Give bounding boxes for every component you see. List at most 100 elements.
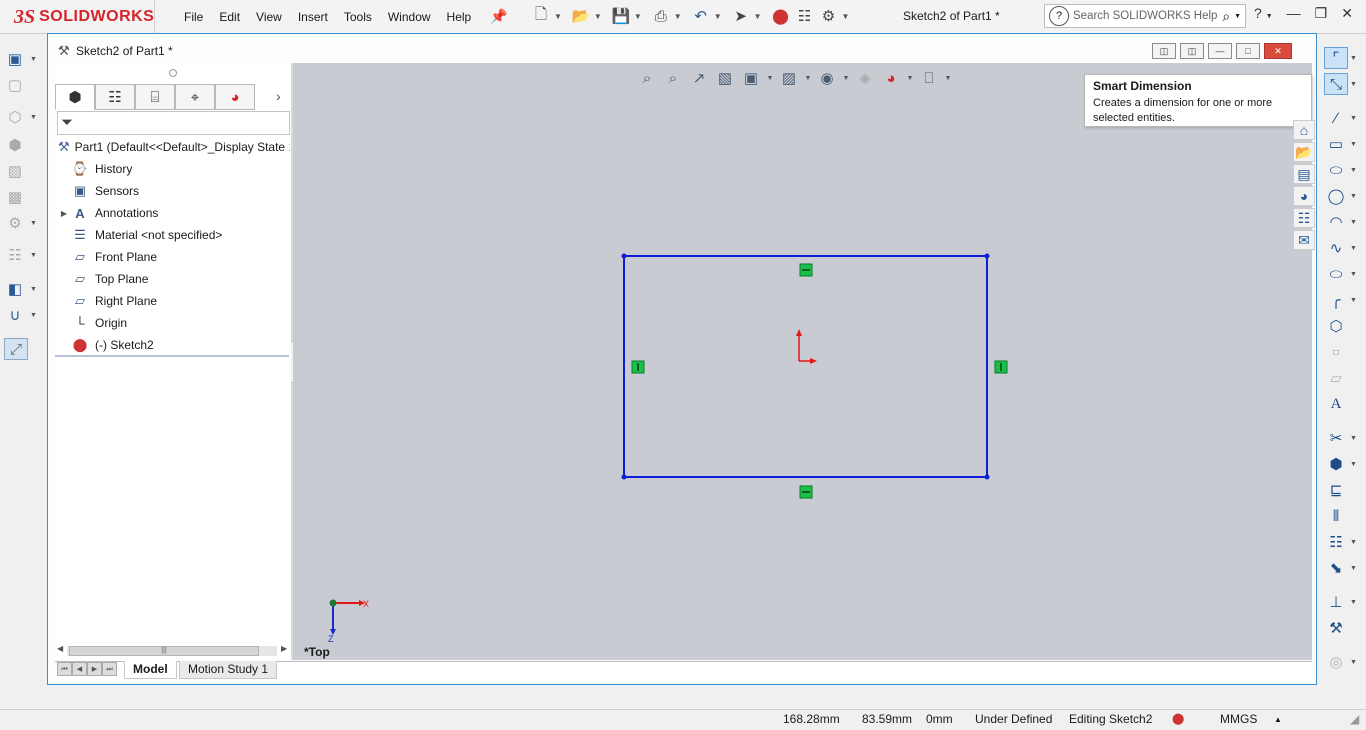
- trim-entities-button[interactable]: ✂ ▼: [1324, 427, 1364, 449]
- tree-item-sensors[interactable]: ▣ Sensors: [58, 181, 290, 201]
- curves-button[interactable]: ∪ ▼: [4, 304, 40, 326]
- restore-icon[interactable]: ❐: [1315, 5, 1328, 22]
- status-units[interactable]: MMGS: [1220, 712, 1257, 726]
- open-folder-icon[interactable]: 📂: [570, 5, 592, 27]
- tree-item-history[interactable]: ⌚ History: [58, 159, 290, 179]
- tab-property-manager[interactable]: ☷: [95, 84, 135, 110]
- scroll-right-arrow-icon[interactable]: ▶: [281, 644, 287, 653]
- circle-button[interactable]: ◯ ▼: [1324, 185, 1364, 207]
- rebuild-traffic-light-icon[interactable]: ⬤: [770, 5, 792, 27]
- tree-filter-input[interactable]: ⏷: [57, 111, 290, 135]
- sketch-corner-point[interactable]: [621, 253, 627, 259]
- units-menu-arrow-icon[interactable]: ▲: [1274, 715, 1282, 724]
- plane-sketch-button[interactable]: ▱: [1324, 367, 1364, 389]
- doc-close-icon[interactable]: ✕: [1264, 43, 1292, 59]
- tabs-next-chevron-icon[interactable]: ›: [276, 88, 281, 104]
- line-button[interactable]: ∕ ▼: [1324, 107, 1364, 129]
- print-dropdown-arrow[interactable]: ▼: [674, 12, 682, 21]
- menu-view[interactable]: View: [248, 10, 290, 24]
- offset-entities-button[interactable]: ⊑: [1324, 479, 1364, 501]
- close-icon[interactable]: ✕: [1341, 5, 1353, 22]
- new-dropdown-arrow[interactable]: ▼: [554, 12, 562, 21]
- dropdown-arrow-icon[interactable]: ▼: [30, 286, 37, 293]
- linear-sketch-pattern-button[interactable]: ☷ ▼: [1324, 531, 1364, 553]
- smart-dimension-button[interactable]: ⤡ ▼: [1324, 73, 1364, 95]
- sketch-corner-point[interactable]: [984, 474, 990, 480]
- undo-dropdown-arrow[interactable]: ▼: [714, 12, 722, 21]
- help-search-input[interactable]: ? Search SOLIDWORKS Help ⌕ ▼: [1044, 4, 1246, 28]
- tab-motion-study-1[interactable]: Motion Study 1: [179, 661, 278, 679]
- tree-item-part[interactable]: ⚒ Part1 (Default<<Default>_Display State…: [58, 137, 290, 157]
- boundary-boss-button[interactable]: ▧: [4, 160, 40, 182]
- dropdown-arrow-icon[interactable]: ▼: [30, 312, 37, 319]
- appearances-scenes-icon[interactable]: ◕: [1293, 186, 1315, 206]
- dropdown-arrow-icon[interactable]: ▼: [30, 114, 37, 121]
- slot-button[interactable]: ⬭ ▼: [1324, 159, 1364, 181]
- panel-grip-icon[interactable]: [169, 69, 177, 77]
- dropdown-arrow-icon[interactable]: ▼: [1350, 245, 1357, 252]
- previous-tab-icon[interactable]: ◀: [72, 662, 87, 676]
- tree-item-material[interactable]: ☰ Material <not specified>: [58, 225, 290, 245]
- select-pointer-icon[interactable]: ➤: [730, 5, 752, 27]
- tree-item-front-plane[interactable]: ▱ Front Plane: [58, 247, 290, 267]
- spline-button[interactable]: ∿ ▼: [1324, 237, 1364, 259]
- polygon-button[interactable]: ⬡: [1324, 315, 1364, 337]
- dropdown-arrow-icon[interactable]: ▼: [1350, 271, 1357, 278]
- dropdown-arrow-icon[interactable]: ▼: [1350, 297, 1357, 304]
- print-icon[interactable]: ⎙: [650, 5, 672, 27]
- doc-maximize-icon[interactable]: □: [1236, 43, 1260, 59]
- dropdown-arrow-icon[interactable]: ▼: [1350, 167, 1357, 174]
- first-tab-icon[interactable]: ⏮: [57, 662, 72, 676]
- solidworks-logo[interactable]: 3S SOLIDWORKS: [14, 4, 154, 30]
- doc-minimize-icon[interactable]: —: [1208, 43, 1232, 59]
- custom-properties-icon[interactable]: ☷: [1293, 208, 1315, 228]
- ellipse-button[interactable]: ⬭ ▼: [1324, 263, 1364, 285]
- menu-insert[interactable]: Insert: [290, 10, 336, 24]
- fillet-sketch-button[interactable]: ╭ ▼: [1324, 289, 1364, 311]
- dropdown-arrow-icon[interactable]: ▼: [30, 56, 37, 63]
- arc-button[interactable]: ◠ ▼: [1324, 211, 1364, 233]
- tree-item-annotations[interactable]: ▶ A Annotations: [58, 203, 290, 223]
- move-entities-button[interactable]: ⬊ ▼: [1324, 557, 1364, 579]
- menu-window[interactable]: Window: [380, 10, 439, 24]
- dropdown-arrow-icon[interactable]: ▼: [1350, 461, 1357, 468]
- mirror-entities-button[interactable]: ⫴: [1324, 505, 1364, 527]
- menu-file[interactable]: File: [176, 10, 211, 24]
- tree-item-top-plane[interactable]: ▱ Top Plane: [58, 269, 290, 289]
- quick-snaps-button[interactable]: ◎ ▼: [1324, 651, 1364, 673]
- rebuild-traffic-light-icon[interactable]: ⬤: [1172, 712, 1184, 725]
- sketch-button[interactable]: ⌜ ▼: [1324, 47, 1364, 69]
- tree-horizontal-scrollbar[interactable]: ◀ ||| ▶: [57, 644, 289, 658]
- design-library-icon[interactable]: 📂: [1293, 142, 1315, 162]
- point-button[interactable]: □: [1324, 341, 1364, 363]
- vertical-relation-icon[interactable]: [631, 360, 645, 374]
- tree-item-right-plane[interactable]: ▱ Right Plane: [58, 291, 290, 311]
- help-menu-icon[interactable]: ? ▼: [1254, 5, 1273, 22]
- pin-menu-icon[interactable]: 📌: [490, 8, 507, 24]
- tile-right-icon[interactable]: ◫: [1180, 43, 1204, 59]
- text-button[interactable]: A: [1324, 393, 1364, 415]
- new-document-icon[interactable]: 🗋: [530, 5, 552, 27]
- sketch-canvas[interactable]: X Z: [293, 63, 1312, 660]
- menu-edit[interactable]: Edit: [211, 10, 248, 24]
- resize-grip-icon[interactable]: ◢: [1350, 712, 1359, 726]
- sketch-corner-point[interactable]: [984, 253, 990, 259]
- tab-configuration-manager[interactable]: ⌸: [135, 84, 175, 110]
- dropdown-arrow-icon[interactable]: ▼: [1350, 141, 1357, 148]
- file-explorer-icon[interactable]: ▤: [1293, 164, 1315, 184]
- repair-sketch-button[interactable]: ⚒: [1324, 617, 1364, 639]
- dropdown-arrow-icon[interactable]: ▼: [1350, 55, 1357, 62]
- instant3d-button[interactable]: ⤢: [4, 338, 40, 360]
- forum-icon[interactable]: ✉: [1293, 230, 1315, 250]
- dropdown-arrow-icon[interactable]: ▼: [1350, 193, 1357, 200]
- expand-arrow-icon[interactable]: ▶: [58, 209, 70, 218]
- undo-icon[interactable]: ↶: [690, 5, 712, 27]
- save-dropdown-arrow[interactable]: ▼: [634, 12, 642, 21]
- dropdown-arrow-icon[interactable]: ▼: [1350, 81, 1357, 88]
- swept-boss-button[interactable]: ⬡ ▼: [4, 106, 40, 128]
- menu-help[interactable]: Help: [439, 10, 480, 24]
- dropdown-arrow-icon[interactable]: ▼: [1350, 599, 1357, 606]
- dropdown-arrow-icon[interactable]: ▼: [1350, 115, 1357, 122]
- tab-model[interactable]: Model: [124, 661, 177, 679]
- dropdown-arrow-icon[interactable]: ▼: [1350, 219, 1357, 226]
